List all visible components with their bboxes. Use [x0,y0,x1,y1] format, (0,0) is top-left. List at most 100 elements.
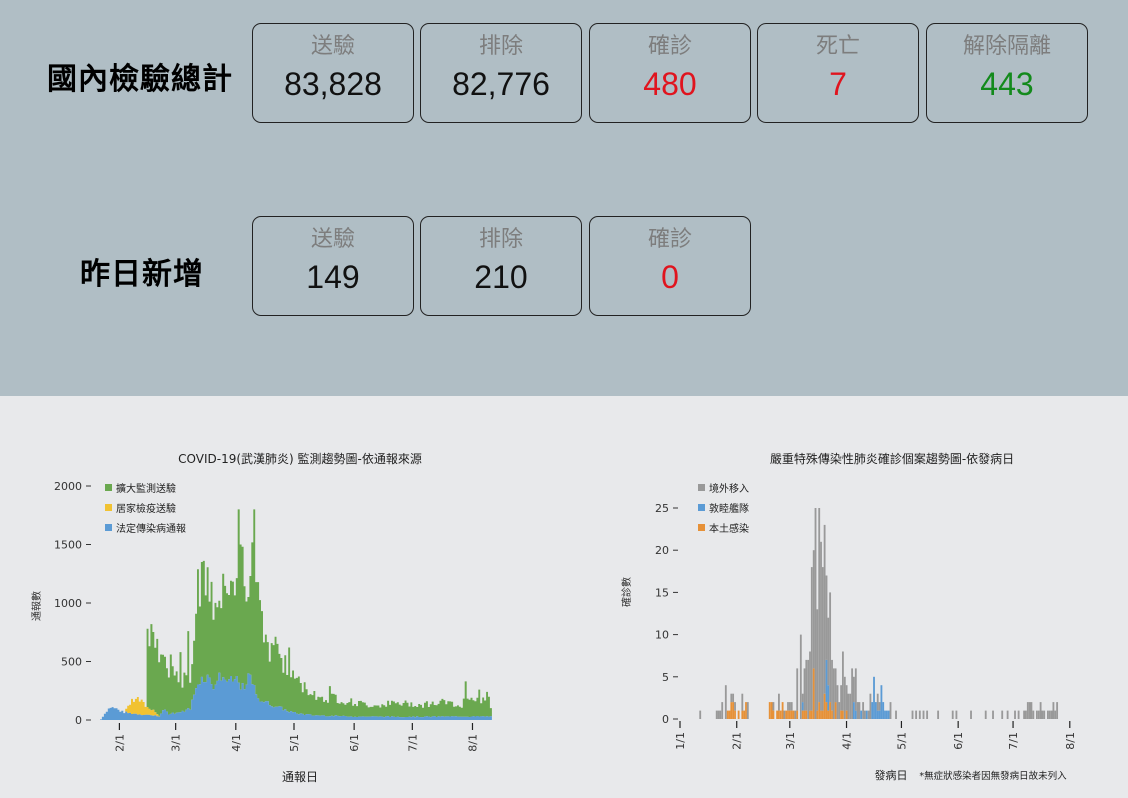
bar-local [726,710,729,719]
bar-imported [1030,702,1033,719]
bar-navy-fleet [880,685,883,719]
bar-imported [876,693,879,711]
bar-local [789,710,791,719]
card-label: 確診 [647,34,692,59]
x-tick-label: 5/1 [288,734,301,752]
bar-imported [869,693,872,719]
bar-imported [851,668,854,719]
card-label: 死亡 [815,34,860,59]
bar-imported [1032,710,1035,719]
bar-local [728,710,731,719]
bar-imported [803,668,806,711]
bar-imported [772,702,775,711]
legend-label: 本土感染 [709,522,749,535]
x-tick-label: 6/1 [348,734,361,752]
card-label: 排除 [478,227,523,252]
bar-imported [937,710,940,719]
y-tick-label: 1000 [54,597,82,610]
bar-imported [799,634,802,719]
chart-title: 嚴重特殊傳染性肺炎確診個案趨勢圖-依發病日 [770,451,1014,466]
bar-local [825,702,828,719]
bar-navy-fleet [801,702,804,711]
bar-navy-fleet [887,710,890,719]
card-label: 送驗 [310,227,355,252]
bar-navy-fleet [884,710,886,719]
x-tick-label: 2/1 [731,732,744,750]
total-card-0: 送驗 83,828 [252,23,414,123]
card-value: 480 [643,66,697,102]
bar-imported [889,702,892,719]
x-tick-label: 7/1 [406,734,419,752]
bar-imported [814,508,817,719]
legend-swatch [105,504,112,511]
bar-imported [1056,702,1059,719]
bar-imported [895,710,897,719]
card-label: 確診 [647,227,692,252]
bar-imported [970,710,972,719]
bar-imported [805,659,808,711]
bar-local [821,710,824,719]
y-tick-label: 10 [655,629,669,642]
bar-imported [796,668,799,711]
bar-imported [801,693,804,703]
bar-navy-fleet [825,659,828,703]
bar-local [734,710,736,719]
card-value: 82,776 [452,66,550,102]
bar-imported [1041,710,1044,719]
chart-title: COVID-19(武漢肺炎) 監測趨勢圖-依通報來源 [178,451,422,466]
bar-imported [827,617,830,686]
x-axis-note: *無症狀感染者因無發病日故未列入 [919,770,1067,782]
bar-navy-fleet [871,702,874,719]
bar-imported [699,710,702,719]
x-tick-label: 3/1 [170,734,183,752]
bar-local [827,710,830,719]
summary-panel: 國內檢驗總計 送驗 83,828 排除 82,776 確診 480 死亡 7 解除隔離 443 昨… [0,0,1128,396]
bar-local [768,702,771,719]
bar-imported [789,702,791,711]
bar-local [812,668,815,719]
card-value: 0 [661,259,679,295]
bar-navy-fleet [873,676,875,719]
bar-local [820,710,822,719]
bar-imported [854,668,857,711]
bar-local [805,710,808,719]
legend-swatch [105,484,112,491]
bar-imported [1039,702,1042,719]
bar-imported [717,710,720,719]
bar-imported [820,541,822,711]
legend-swatch [698,484,705,491]
bar-navy-fleet [878,710,881,719]
legend-label: 擴大監測送驗 [116,482,176,495]
x-axis-label: 通報日 [282,770,318,784]
x-tick-label: 8/1 [1064,732,1077,750]
y-tick-label: 0 [662,713,669,726]
bar-imported [862,702,865,719]
bar-imported [730,693,733,703]
bar-imported [984,710,987,719]
bar-imported [778,693,780,711]
bar-local [743,710,746,719]
bar-local [829,702,832,719]
bar-imported [845,685,848,711]
charts-panel: COVID-19(武漢肺炎) 監測趨勢圖-依通報來源 0 500 1000 1500 20… [0,396,1128,798]
bar-imported [794,710,797,719]
total-card-4: 解除隔離 443 [926,23,1088,123]
bar-navy-fleet [854,710,857,719]
bar-imported [790,702,793,711]
bar-imported [1050,710,1053,719]
bar-local [842,710,844,719]
bar-imported [853,676,855,703]
bar-local [790,710,793,719]
card-value: 149 [306,259,360,295]
bar-imported [922,710,925,719]
bar-imported [843,676,846,719]
bar-imported [719,710,722,719]
card-label: 排除 [478,34,523,59]
bar-local [818,702,821,719]
total-card-2: 確診 480 [589,23,751,123]
bar-imported [1043,710,1046,719]
legend-label: 法定傳染病通報 [116,522,186,535]
bar-imported [1036,710,1038,719]
legend-swatch [698,504,705,511]
surveillance-trend-chart: COVID-19(武漢肺炎) 監測趨勢圖-依通報來源 0 500 1000 1500 20… [30,451,492,784]
